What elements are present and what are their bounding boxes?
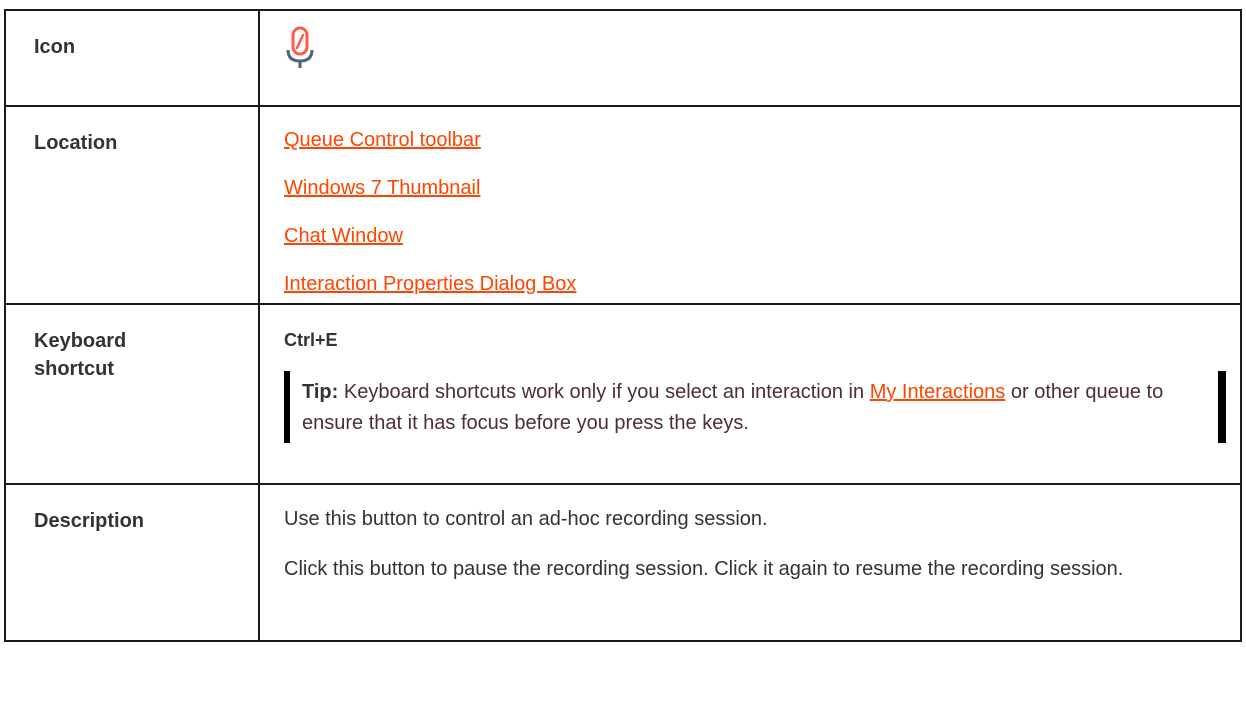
link-interaction-properties-dialog-box[interactable]: Interaction Properties Dialog Box	[284, 270, 1240, 298]
table-row-icon: Icon	[4, 9, 1242, 107]
row-value-keyboard-shortcut: Ctrl+E Tip: Keyboard shortcuts work only…	[258, 303, 1242, 485]
tip-callout: Tip: Keyboard shortcuts work only if you…	[284, 371, 1228, 443]
table-row-keyboard-shortcut: Keyboard shortcut Ctrl+E Tip: Keyboard s…	[4, 303, 1242, 485]
row-label-description: Description	[4, 483, 260, 642]
link-windows-7-thumbnail[interactable]: Windows 7 Thumbnail	[284, 174, 1240, 202]
link-chat-window[interactable]: Chat Window	[284, 222, 1240, 250]
row-value-icon	[258, 9, 1242, 107]
shortcut-key-text: Ctrl+E	[284, 330, 338, 350]
keyboard-label-line1: Keyboard	[34, 330, 127, 352]
row-label-keyboard-shortcut: Keyboard shortcut	[4, 303, 260, 485]
link-my-interactions[interactable]: My Interactions	[870, 381, 1006, 403]
location-label-text: Location	[34, 132, 118, 154]
microphone-pause-icon	[284, 26, 318, 70]
properties-table: Icon Location Queue Control toolbar Wind…	[4, 9, 1242, 642]
tip-text-before: Keyboard shortcuts work only if you sele…	[338, 381, 870, 403]
table-row-description: Description Use this button to control a…	[4, 483, 1242, 642]
link-queue-control-toolbar[interactable]: Queue Control toolbar	[284, 126, 1240, 154]
description-paragraph-1: Use this button to control an ad-hoc rec…	[284, 508, 768, 530]
table-row-location: Location Queue Control toolbar Windows 7…	[4, 105, 1242, 305]
keyboard-label-line2: shortcut	[34, 358, 114, 380]
description-paragraph-2: Click this button to pause the recording…	[284, 558, 1124, 580]
description-label-text: Description	[34, 510, 145, 532]
row-value-description: Use this button to control an ad-hoc rec…	[258, 483, 1242, 642]
tip-label: Tip:	[302, 381, 339, 403]
icon-label-text: Icon	[34, 36, 76, 58]
row-label-location: Location	[4, 105, 260, 305]
row-value-location: Queue Control toolbar Windows 7 Thumbnai…	[258, 105, 1242, 305]
row-label-icon: Icon	[4, 9, 260, 107]
